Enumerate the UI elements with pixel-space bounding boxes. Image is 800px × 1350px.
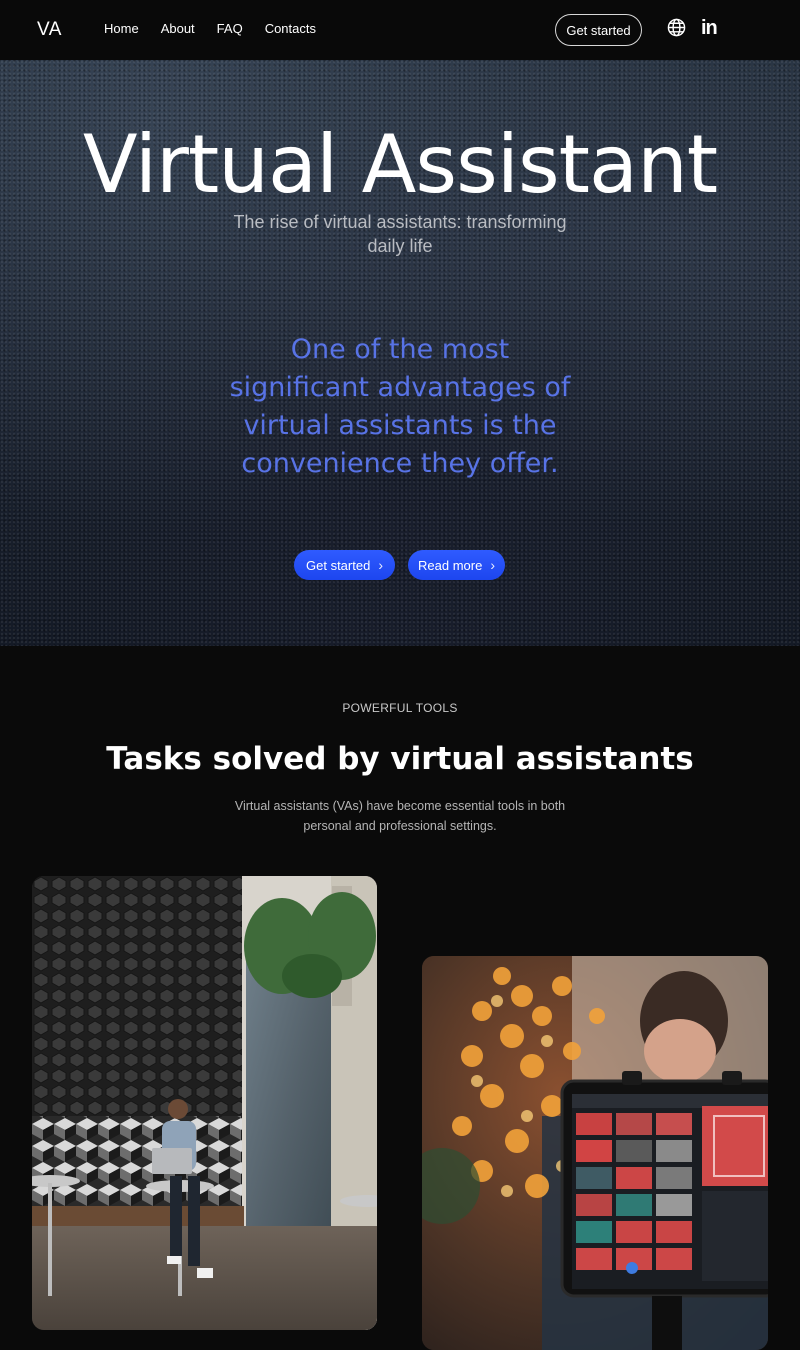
hero-read-more-button[interactable]: Read more ›: [408, 550, 505, 580]
main-nav: Home About FAQ Contacts: [104, 21, 338, 36]
logo[interactable]: VA: [37, 19, 62, 41]
chevron-right-icon: ›: [490, 557, 495, 573]
linkedin-icon[interactable]: in: [701, 17, 718, 40]
nav-faq[interactable]: FAQ: [217, 21, 243, 36]
button-label: Read more: [418, 557, 483, 573]
button-label: Get started: [306, 557, 371, 573]
nav-contacts[interactable]: Contacts: [265, 21, 316, 36]
tablet-bokeh-photo: [422, 956, 768, 1350]
hero-quote: One of the most significant advantages o…: [229, 334, 571, 479]
hero-section: Virtual Assistant The rise of virtual as…: [0, 60, 800, 646]
chevron-right-icon: ›: [378, 557, 383, 573]
globe-icon[interactable]: [667, 18, 686, 37]
nav-about[interactable]: About: [161, 21, 195, 36]
section-description: Virtual assistants (VAs) have become ess…: [234, 799, 566, 833]
header-get-started-button[interactable]: Get started: [555, 14, 642, 46]
hero-get-started-button[interactable]: Get started ›: [294, 550, 395, 580]
section-eyebrow: POWERFUL TOOLS: [342, 701, 458, 715]
nav-home[interactable]: Home: [104, 21, 139, 36]
hero-title: Virtual Assistant: [82, 118, 718, 211]
hero-subtitle: The rise of virtual assistants: transfor…: [233, 212, 567, 256]
site-header: VA Home About FAQ Contacts Get started i…: [0, 0, 800, 60]
cafe-laptop-photo: [32, 876, 377, 1330]
section-title: Tasks solved by virtual assistants: [106, 741, 694, 777]
